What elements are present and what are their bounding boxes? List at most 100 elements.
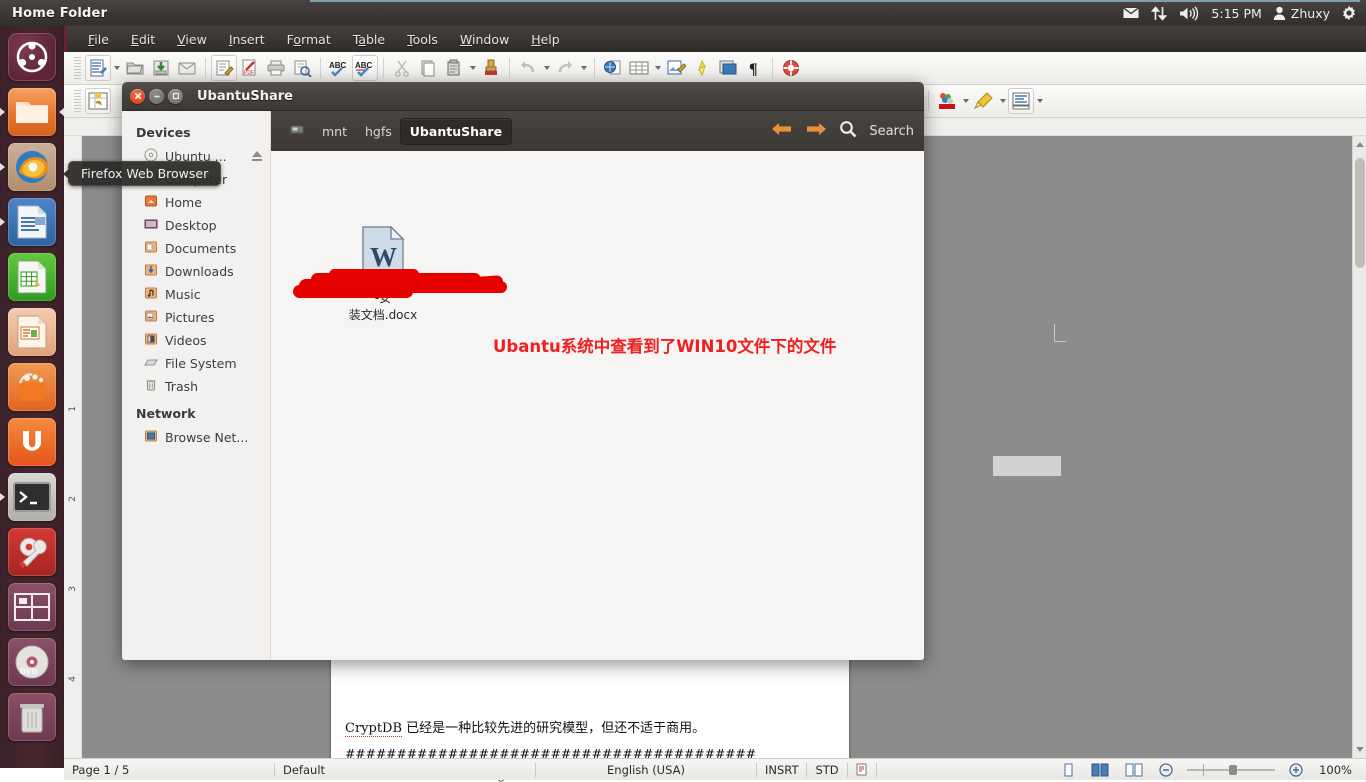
status-page-style[interactable]: Default	[275, 759, 535, 781]
document-modified-icon[interactable]	[848, 759, 876, 781]
clone-formatting-icon[interactable]	[478, 55, 504, 81]
font-color-dropdown[interactable]	[960, 88, 971, 114]
insert-field-icon[interactable]	[85, 88, 111, 114]
sidebar-item-trash[interactable]: Trash	[122, 375, 270, 398]
multi-page-view-icon[interactable]	[1083, 759, 1117, 781]
insert-table-dropdown[interactable]	[652, 55, 663, 81]
zoom-level[interactable]: 100%	[1311, 759, 1366, 781]
launcher-item-libreoffice-impress[interactable]	[0, 304, 64, 359]
file-manager-pathbar[interactable]: mnt hgfs UbantuShare Search	[271, 111, 924, 151]
open-icon[interactable]	[122, 55, 148, 81]
scroll-up-arrow[interactable]	[1356, 142, 1364, 147]
menu-table[interactable]: Table	[342, 29, 396, 50]
launcher-item-dvd-drive[interactable]: DVD	[0, 634, 64, 689]
status-insert-mode[interactable]: INSRT	[757, 759, 806, 781]
status-page[interactable]: Page 1 / 5	[64, 759, 274, 781]
toolbar2-grip[interactable]	[74, 90, 81, 112]
launcher-item-terminal[interactable]	[0, 469, 64, 524]
hyperlink-icon[interactable]	[600, 55, 626, 81]
edit-file-icon[interactable]	[211, 55, 237, 81]
close-button[interactable]	[130, 88, 145, 104]
sidebar-item-videos[interactable]: Videos	[122, 329, 270, 352]
sidebar-item-documents[interactable]: Documents	[122, 237, 270, 260]
breadcrumb-mnt[interactable]: mnt	[313, 119, 356, 144]
launcher-item-ubuntu-one[interactable]	[0, 414, 64, 469]
breadcrumb-drive-icon[interactable]	[281, 119, 313, 144]
print-preview-icon[interactable]	[289, 55, 315, 81]
highlighting-dropdown[interactable]	[997, 88, 1008, 114]
launcher-item-ubuntu-software-center[interactable]	[0, 359, 64, 414]
formatting-marks-icon[interactable]: ¶	[741, 55, 767, 81]
menu-tools[interactable]: Tools	[396, 29, 449, 50]
sidebar-item-browse-network[interactable]: Browse Net...	[122, 426, 270, 449]
sidebar-item-desktop[interactable]: Desktop	[122, 214, 270, 237]
toolbar-grip[interactable]	[74, 57, 81, 79]
status-selection-mode[interactable]: STD	[807, 759, 846, 781]
menu-file[interactable]: File	[77, 29, 120, 50]
zoom-slider[interactable]	[1181, 759, 1281, 781]
file-manager-file-view[interactable]: W -安 装文档.docx Ubantu系统中查看到了WIN10文件下的文件	[271, 151, 924, 660]
panel-window-title[interactable]: Home Folder	[0, 6, 107, 21]
gear-icon[interactable]	[1341, 5, 1357, 21]
book-view-icon[interactable]	[1117, 759, 1151, 781]
vertical-ruler[interactable]: 1 2 3 4	[64, 136, 82, 766]
insert-chart-icon[interactable]	[689, 55, 715, 81]
volume-icon[interactable]	[1178, 5, 1200, 21]
spellcheck-icon[interactable]: ABC	[326, 55, 352, 81]
autospellcheck-icon[interactable]: ABC	[352, 55, 378, 81]
file-manager-sidebar[interactable]: Devices Ubuntu ... Computer Home	[122, 111, 271, 660]
print-icon[interactable]	[263, 55, 289, 81]
eject-icon[interactable]	[251, 150, 262, 161]
insert-image-icon[interactable]	[663, 55, 689, 81]
back-arrow-icon[interactable]	[771, 121, 793, 141]
file-manager-window[interactable]: UbantuShare Devices Ubuntu ... Computer …	[122, 82, 924, 660]
paragraph-background-dropdown[interactable]	[1034, 88, 1045, 114]
sidebar-item-file-system[interactable]: File System	[122, 352, 270, 375]
font-color-icon[interactable]	[934, 88, 960, 114]
breadcrumb-ubantushare[interactable]: UbantuShare	[400, 118, 512, 144]
panel-user-menu[interactable]: Zhuxy	[1273, 6, 1330, 21]
launcher-item-system-settings[interactable]	[0, 524, 64, 579]
zoom-out-icon[interactable]	[1151, 759, 1181, 781]
menu-insert[interactable]: Insert	[218, 29, 276, 50]
undo-icon[interactable]	[515, 55, 541, 81]
menu-view[interactable]: View	[166, 29, 218, 50]
search-icon[interactable]	[839, 120, 857, 142]
launcher-item-libreoffice-writer[interactable]	[0, 194, 64, 249]
network-icon[interactable]	[1151, 5, 1168, 21]
menu-window[interactable]: Window	[449, 29, 520, 50]
launcher-item-trash[interactable]	[0, 689, 64, 744]
launcher-item-files[interactable]	[0, 84, 64, 139]
help-icon[interactable]	[778, 55, 804, 81]
new-document-icon[interactable]	[85, 55, 111, 81]
scrollbar-thumb[interactable]	[1355, 158, 1365, 268]
insert-text-box-icon[interactable]	[715, 55, 741, 81]
export-pdf-icon[interactable]: PDF	[237, 55, 263, 81]
undo-dropdown[interactable]	[541, 55, 552, 81]
single-page-view-icon[interactable]	[1053, 759, 1083, 781]
launcher-item-libreoffice-calc[interactable]	[0, 249, 64, 304]
launcher-item-dash-home[interactable]	[0, 29, 64, 84]
scroll-down-arrow[interactable]	[1356, 747, 1364, 752]
redo-icon[interactable]	[552, 55, 578, 81]
paragraph-background-icon[interactable]	[1008, 88, 1034, 114]
copy-icon[interactable]	[415, 55, 441, 81]
save-icon[interactable]	[148, 55, 174, 81]
search-label[interactable]: Search	[869, 124, 914, 139]
menu-format[interactable]: Format	[276, 29, 342, 50]
sidebar-item-downloads[interactable]: Downloads	[122, 260, 270, 283]
menu-help[interactable]: Help	[520, 29, 571, 50]
redo-dropdown[interactable]	[578, 55, 589, 81]
maximize-button[interactable]	[168, 88, 183, 104]
breadcrumb-hgfs[interactable]: hgfs	[356, 119, 401, 144]
sidebar-item-pictures[interactable]: Pictures	[122, 306, 270, 329]
highlighting-icon[interactable]	[971, 88, 997, 114]
minimize-button[interactable]	[149, 88, 164, 104]
cut-icon[interactable]	[389, 55, 415, 81]
forward-arrow-icon[interactable]	[805, 121, 827, 141]
paste-icon[interactable]	[441, 55, 467, 81]
zoom-in-icon[interactable]	[1281, 759, 1311, 781]
unity-launcher[interactable]: DVD	[0, 26, 64, 768]
launcher-item-firefox[interactable]	[0, 139, 64, 194]
paste-dropdown[interactable]	[467, 55, 478, 81]
